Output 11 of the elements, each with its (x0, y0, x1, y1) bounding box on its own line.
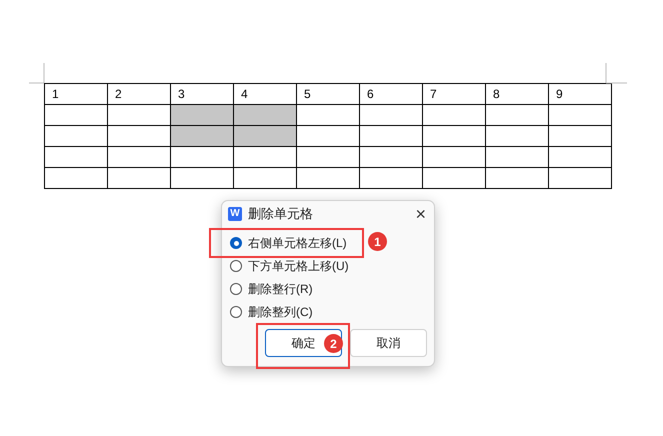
app-icon: W (228, 207, 242, 221)
table-cell: 2 (108, 84, 170, 104)
table-cell: 9 (548, 84, 612, 104)
table-cell: 6 (360, 84, 422, 104)
table-cell: 4 (234, 84, 296, 104)
table-cell: 5 (296, 84, 360, 104)
table-cell: 8 (486, 84, 548, 104)
table-cell: 3 (170, 84, 234, 104)
dialog-title: 删除单元格 (248, 205, 313, 224)
table-cell: 1 (44, 84, 108, 104)
table-cell: 7 (422, 84, 486, 104)
